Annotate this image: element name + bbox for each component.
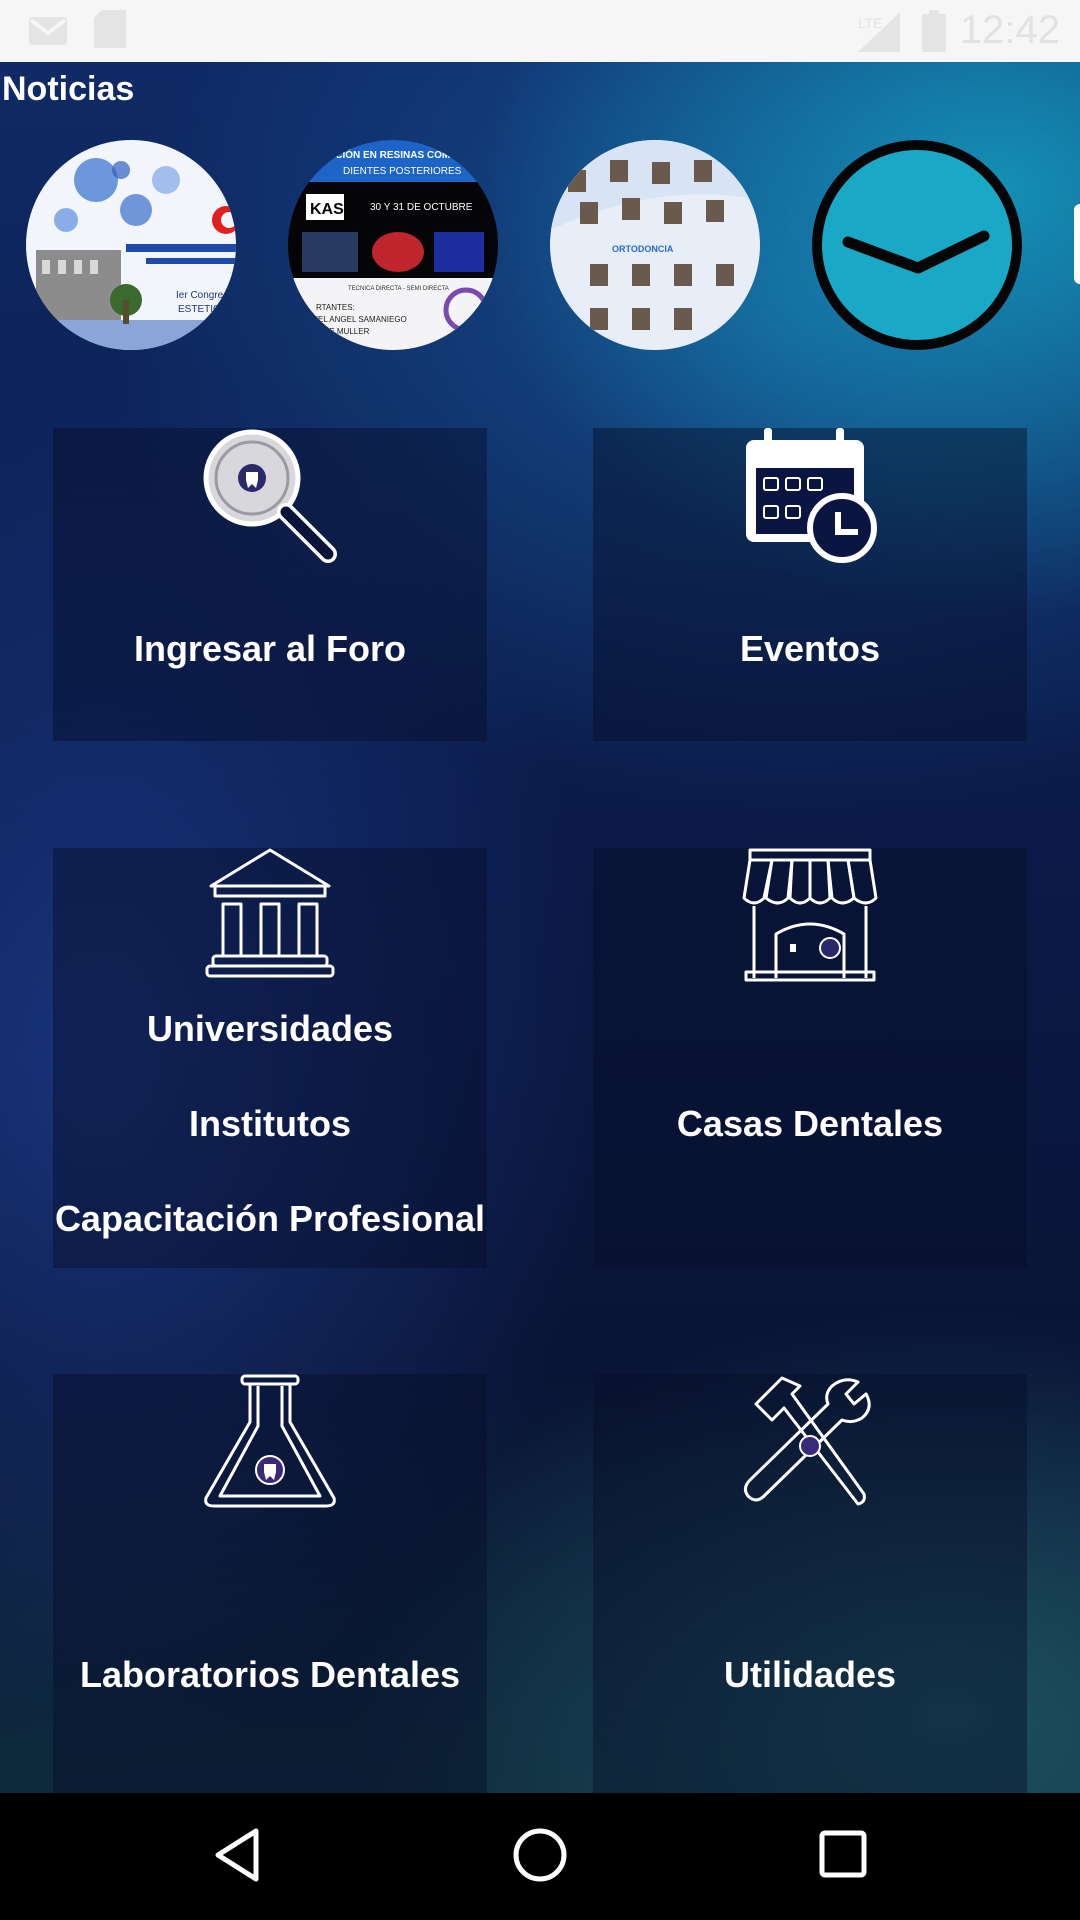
tools-icon (743, 1376, 871, 1506)
lte-signal-icon: LTE (858, 12, 900, 52)
calendar-clock-icon (746, 428, 877, 563)
dental-houses-tile[interactable]: Casas Dentales (593, 848, 1027, 1268)
svg-text:ORTODONCIA: ORTODONCIA (612, 244, 674, 254)
search-tooth-icon (203, 429, 337, 563)
svg-text:RTANTES:: RTANTES: (316, 303, 355, 312)
news-item-partial[interactable] (1074, 140, 1080, 350)
svg-text:KAS: KAS (310, 201, 344, 218)
battery-icon (922, 10, 946, 52)
utilities-tile[interactable]: Utilidades (593, 1374, 1027, 1793)
news-item-congreso[interactable]: Ier Congre ESTETICA (26, 140, 236, 350)
back-button[interactable] (210, 1825, 262, 1885)
news-carousel[interactable]: Ier Congre ESTETICA ACIÓN EN RESINAS COM… (0, 140, 1080, 355)
svg-text:ESTETICA: ESTETICA (178, 304, 227, 315)
svg-text:Ier Congre: Ier Congre (176, 290, 224, 301)
forum-label: Ingresar al Foro (133, 628, 407, 669)
news-item-resinas[interactable]: ACIÓN EN RESINAS COM DIENTES POSTERIORES… (288, 140, 498, 350)
recents-button[interactable] (818, 1829, 868, 1879)
home-button[interactable] (510, 1825, 570, 1885)
labs-label: Laboratorios Dentales (79, 1654, 461, 1695)
flask-icon (204, 1374, 336, 1508)
gmail-icon (29, 17, 67, 45)
status-bar: LTE 12:42 (0, 0, 1080, 62)
institutes-label: Institutos (189, 1103, 351, 1144)
svg-text:ACIÓN EN RESINAS COM: ACIÓN EN RESINAS COM (328, 148, 450, 161)
news-section-title: Noticias (2, 70, 135, 108)
news-image-ortodoncia: ORTODONCIA (550, 140, 760, 350)
svg-text:LTE: LTE (858, 15, 883, 31)
svg-text:DIENTES POSTERIORES: DIENTES POSTERIORES (343, 166, 462, 177)
events-label: Eventos (739, 628, 881, 669)
dental-houses-label: Casas Dentales (676, 1103, 944, 1144)
universities-label: Universidades (146, 1008, 394, 1049)
news-item-clock[interactable] (812, 140, 1022, 350)
labs-tile[interactable]: Laboratorios Dentales (53, 1374, 487, 1793)
home-screen: Noticias Ier Congre ESTETICA ACIÓN EN RE… (0, 62, 1080, 1793)
forum-tile[interactable]: Ingresar al Foro (53, 428, 487, 741)
status-time: 12:42 (959, 8, 1060, 52)
universities-tile[interactable]: Universidades Institutos Capacitación Pr… (53, 848, 487, 1268)
navigation-bar (0, 1793, 1080, 1920)
clock-icon (812, 140, 1022, 350)
svg-text:30 Y 31 DE OCTUBRE: 30 Y 31 DE OCTUBRE (370, 202, 473, 213)
sd-card-icon (94, 10, 126, 48)
university-icon (205, 848, 335, 978)
svg-text:TECNICA DIRECTA - SEMI DIRECTA: TECNICA DIRECTA - SEMI DIRECTA (348, 286, 449, 292)
events-tile[interactable]: Eventos (593, 428, 1027, 741)
news-image-resinas: ACIÓN EN RESINAS COM DIENTES POSTERIORES… (288, 140, 498, 350)
utilities-label: Utilidades (723, 1654, 897, 1695)
news-item-ortodoncia[interactable]: ORTODONCIA (550, 140, 760, 350)
store-icon (742, 848, 878, 982)
news-image-congreso: Ier Congre ESTETICA (26, 140, 236, 350)
professional-training-label: Capacitación Profesional (54, 1198, 486, 1239)
svg-text:GUEL ANGEL SAMANIEGO: GUEL ANGEL SAMANIEGO (306, 315, 407, 324)
svg-text:ANIE MULLER: ANIE MULLER (316, 327, 370, 336)
